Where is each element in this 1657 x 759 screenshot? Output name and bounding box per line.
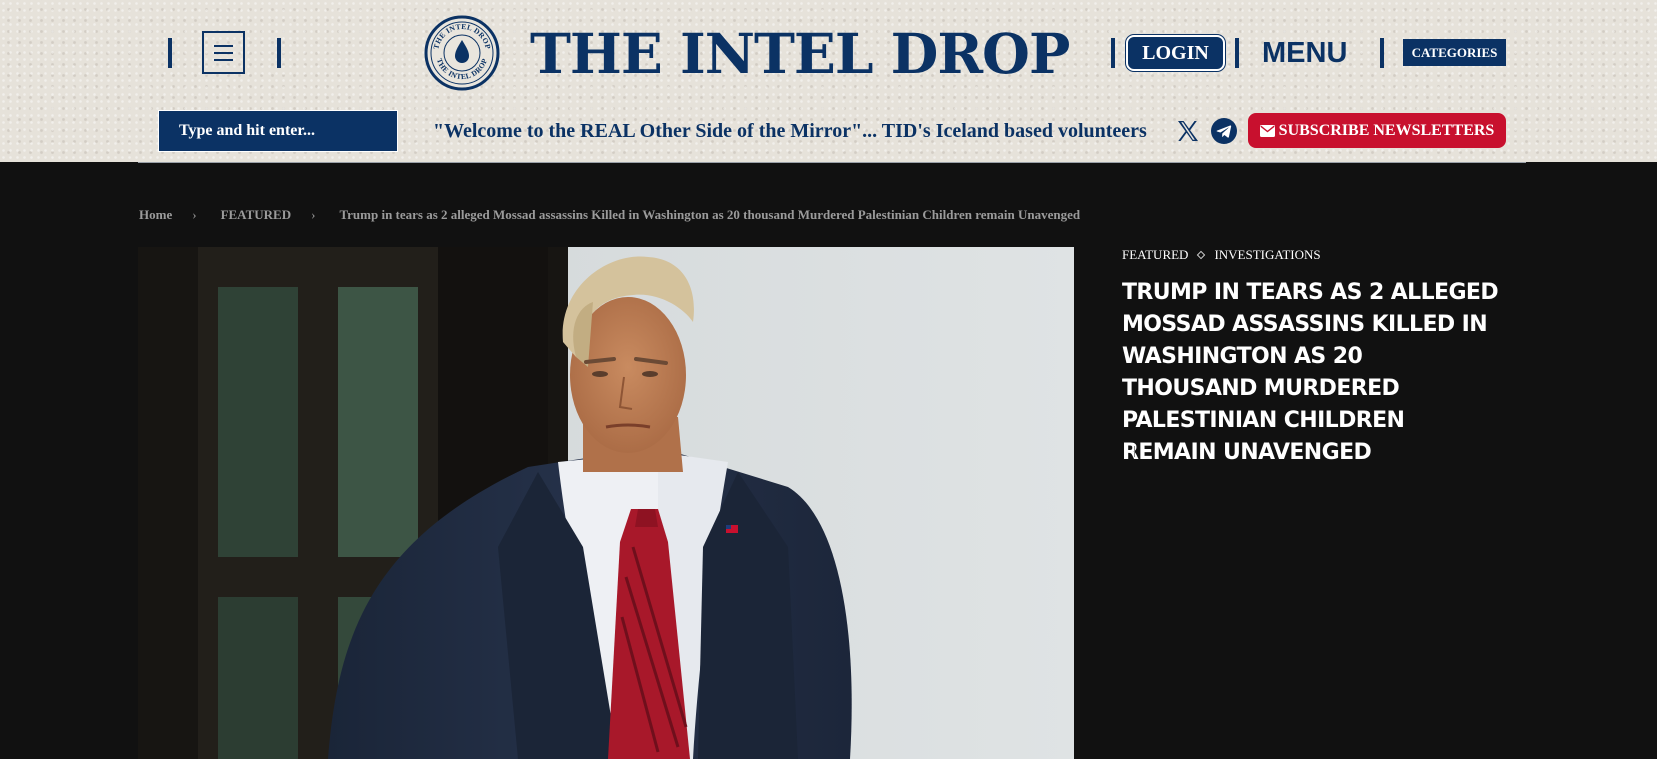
header-divider [168, 38, 172, 68]
featured-image[interactable] [138, 247, 1074, 759]
category-link[interactable]: INVESTIGATIONS [1214, 247, 1320, 263]
header-divider [1380, 38, 1384, 68]
breadcrumb: Home › FEATURED › Trump in tears as 2 al… [139, 205, 1080, 225]
login-button[interactable]: LOGIN [1126, 35, 1225, 71]
site-header: THE INTEL DROP THE INTEL DROP THE INTEL … [0, 0, 1657, 162]
search-form [158, 110, 398, 152]
site-logo[interactable]: THE INTEL DROP THE INTEL DROP [424, 15, 500, 91]
telegram-icon[interactable] [1211, 118, 1237, 144]
subscribe-newsletters-button[interactable]: SUBSCRIBE NEWSLETTERS [1248, 113, 1506, 148]
chevron-right-icon: › [311, 207, 316, 222]
header-divider [1235, 38, 1239, 68]
categories-button[interactable]: CATEGORIES [1403, 39, 1506, 66]
x-icon[interactable] [1176, 119, 1200, 143]
header-divider [277, 38, 281, 68]
header-divider-line [138, 162, 1526, 163]
news-ticker[interactable]: "Welcome to the REAL Other Side of the M… [433, 116, 1147, 146]
article-categories: FEATURED INVESTIGATIONS [1122, 246, 1321, 264]
hamburger-line [214, 58, 233, 61]
article-headline: Trump in tears as 2 alleged Mossad assas… [1122, 280, 1499, 465]
envelope-icon [1259, 124, 1275, 137]
article-meta-divider [1134, 446, 1135, 457]
breadcrumb-section[interactable]: FEATURED [221, 207, 292, 223]
hamburger-line [214, 51, 233, 54]
breadcrumb-current: Trump in tears as 2 alleged Mossad assas… [339, 207, 1081, 222]
hamburger-line [214, 44, 233, 47]
search-input[interactable] [159, 111, 385, 151]
diamond-separator-icon [1197, 250, 1206, 260]
subscribe-label: SUBSCRIBE NEWSLETTERS [1278, 121, 1495, 139]
hamburger-menu-button[interactable] [202, 31, 245, 74]
chevron-right-icon: › [192, 207, 197, 222]
breadcrumb-home[interactable]: Home [139, 207, 172, 223]
site-title[interactable]: THE INTEL DROP [530, 18, 1070, 90]
header-divider [1111, 38, 1115, 68]
category-link[interactable]: FEATURED [1122, 247, 1188, 263]
featured-photo [138, 247, 1074, 759]
menu-button[interactable]: MENU [1262, 34, 1347, 72]
